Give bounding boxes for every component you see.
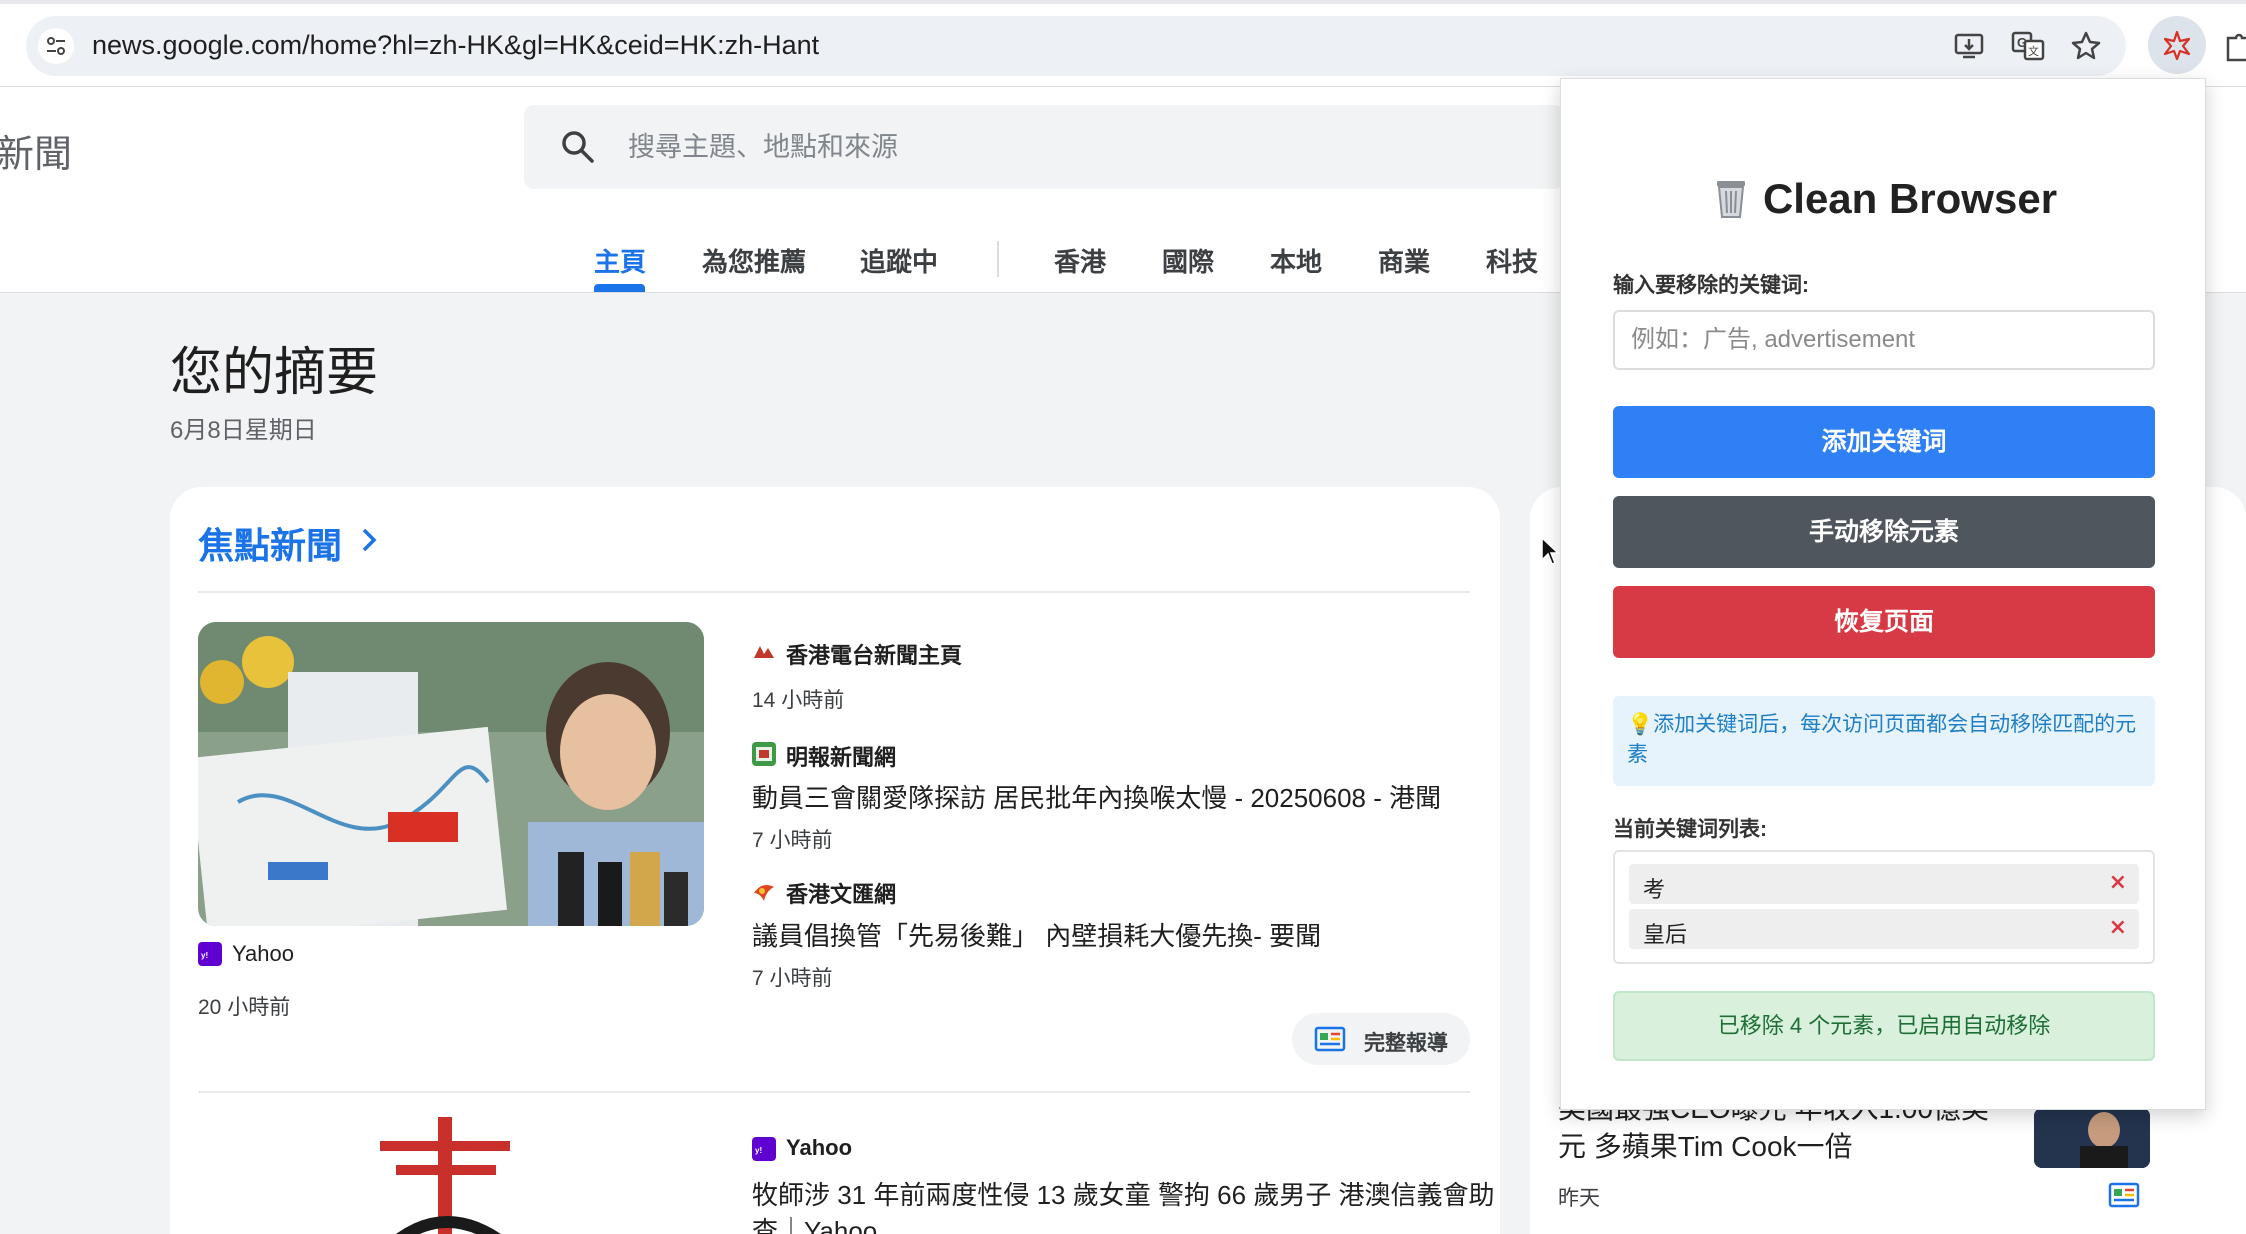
svg-text:文: 文 bbox=[2028, 44, 2039, 58]
article-headline-cont[interactable]: 查｜Yahoo bbox=[752, 1211, 877, 1234]
summary-title: 您的摘要 bbox=[170, 344, 379, 402]
puzzle-extensions-icon[interactable] bbox=[2222, 28, 2246, 64]
tab-home[interactable]: 主頁 bbox=[594, 242, 646, 279]
article-source[interactable]: Yahoo bbox=[786, 1135, 852, 1161]
svg-text:y!: y! bbox=[755, 1146, 762, 1155]
search-icon bbox=[562, 131, 594, 163]
tab-divider bbox=[997, 241, 999, 277]
popup-header: Clean Browser bbox=[1561, 175, 2207, 223]
article-headline[interactable]: 議員倡換管「先易後難」 內壁損耗大優先換- 要聞 bbox=[752, 916, 1321, 953]
trash-icon bbox=[1716, 181, 1745, 218]
tab-world[interactable]: 國際 bbox=[1162, 242, 1214, 279]
search-input[interactable] bbox=[628, 105, 1428, 189]
yahoo-logo-icon: y! bbox=[198, 942, 222, 966]
restore-page-button[interactable]: 恢复页面 bbox=[1613, 586, 2155, 658]
translate-icon[interactable]: G 文 bbox=[2010, 28, 2046, 64]
keyword-list: 考 × 皇后 × bbox=[1613, 850, 2155, 964]
side-headline-line2: 元 多蘋果Tim Cook一倍 bbox=[1558, 1131, 1853, 1162]
hero-source[interactable]: Yahoo bbox=[232, 941, 294, 967]
clean-browser-popup: Clean Browser 输入要移除的关键词: 添加关键词 手动移除元素 恢复… bbox=[1560, 78, 2206, 1110]
top-stories-title[interactable]: 焦點新聞 bbox=[198, 517, 342, 569]
tip-text: 添加关键词后，每次访问页面都会自动移除匹配的元素 bbox=[1627, 713, 2137, 766]
keyword-input-label: 输入要移除的关键词: bbox=[1613, 274, 1809, 297]
summary-date: 6月8日星期日 bbox=[170, 417, 317, 444]
full-coverage-icon bbox=[1314, 1026, 1346, 1052]
top-stories-card: 焦點新聞 y! Yahoo 20 小時前 香港電台新聞主頁 14 小時前 明報新… bbox=[170, 487, 1500, 1234]
article-time: 7 小時前 bbox=[752, 967, 833, 990]
article-headline[interactable]: 牧師涉 31 年前兩度性侵 13 歲女童 警拘 66 歲男子 港澳信義會助 bbox=[752, 1175, 1495, 1212]
article-headline[interactable]: 動員三會關愛隊探訪 居民批年內換喉太慢 - 20250608 - 港聞 bbox=[752, 778, 1441, 815]
keyword-text: 考 bbox=[1643, 877, 1666, 902]
add-keyword-button[interactable]: 添加关键词 bbox=[1613, 406, 2155, 478]
chevron-right-icon[interactable] bbox=[358, 525, 380, 555]
mouse-cursor-icon bbox=[1541, 536, 1560, 565]
divider bbox=[198, 1091, 1470, 1093]
extension-active-icon[interactable] bbox=[2148, 16, 2206, 74]
keyword-item: 考 × bbox=[1629, 864, 2139, 904]
full-coverage-label: 完整報導 bbox=[1364, 1032, 1448, 1055]
yahoo-logo-icon: y! bbox=[752, 1137, 776, 1161]
keyword-item: 皇后 × bbox=[1629, 909, 2139, 949]
tab-following[interactable]: 追蹤中 bbox=[860, 242, 938, 279]
article-time: 7 小時前 bbox=[752, 829, 833, 852]
divider bbox=[198, 591, 1470, 593]
browser-toolbar: news.google.com/home?hl=zh-HK&gl=HK&ceid… bbox=[0, 0, 2246, 87]
manual-remove-button[interactable]: 手动移除元素 bbox=[1613, 496, 2155, 568]
keyword-input[interactable] bbox=[1613, 310, 2155, 370]
hero-image[interactable] bbox=[198, 622, 704, 926]
tab-technology[interactable]: 科技 bbox=[1486, 242, 1538, 279]
install-app-icon[interactable] bbox=[1952, 28, 1988, 64]
keyword-list-label: 当前关键词列表: bbox=[1613, 818, 1767, 841]
tip-box: 💡添加关键词后，每次访问页面都会自动移除匹配的元素 bbox=[1613, 696, 2155, 786]
bookmark-star-icon[interactable] bbox=[2068, 28, 2104, 64]
tab-hong-kong[interactable]: 香港 bbox=[1054, 242, 1106, 279]
search-box[interactable] bbox=[524, 105, 1564, 189]
article-source[interactable]: 明報新聞網 bbox=[786, 740, 896, 772]
tab-business[interactable]: 商業 bbox=[1378, 242, 1430, 279]
full-coverage-button[interactable]: 完整報導 bbox=[1292, 1013, 1470, 1065]
mingpao-logo-icon bbox=[752, 742, 776, 766]
tab-local[interactable]: 本地 bbox=[1270, 242, 1322, 279]
rthk-logo-icon bbox=[754, 646, 774, 658]
remove-keyword-button[interactable]: × bbox=[2109, 870, 2127, 895]
hero-time: 20 小時前 bbox=[198, 996, 291, 1019]
brand-title[interactable]: 新聞 bbox=[0, 123, 72, 178]
remove-keyword-button[interactable]: × bbox=[2109, 915, 2127, 940]
svg-text:y!: y! bbox=[201, 951, 208, 960]
side-thumbnail[interactable] bbox=[2034, 1108, 2150, 1168]
lightbulb-icon: 💡 bbox=[1627, 713, 1654, 736]
active-tab-indicator bbox=[594, 284, 645, 292]
popup-title: Clean Browser bbox=[1762, 175, 2058, 222]
church-logo-icon[interactable] bbox=[350, 1117, 550, 1234]
url-text[interactable]: news.google.com/home?hl=zh-HK&gl=HK&ceid… bbox=[92, 30, 819, 61]
tab-strip-edge bbox=[0, 0, 2246, 4]
status-message: 已移除 4 个元素，已启用自动移除 bbox=[1613, 991, 2155, 1061]
tune-icon[interactable] bbox=[38, 28, 74, 64]
article-time: 14 小時前 bbox=[752, 689, 845, 712]
article-source[interactable]: 香港電台新聞主頁 bbox=[786, 638, 962, 670]
full-coverage-icon[interactable] bbox=[2108, 1182, 2140, 1208]
side-time: 昨天 bbox=[1558, 1187, 1600, 1210]
wenweipo-logo-icon bbox=[754, 885, 774, 901]
keyword-text: 皇后 bbox=[1643, 922, 1688, 947]
tab-for-you[interactable]: 為您推薦 bbox=[702, 242, 806, 279]
article-source[interactable]: 香港文匯網 bbox=[786, 877, 896, 909]
